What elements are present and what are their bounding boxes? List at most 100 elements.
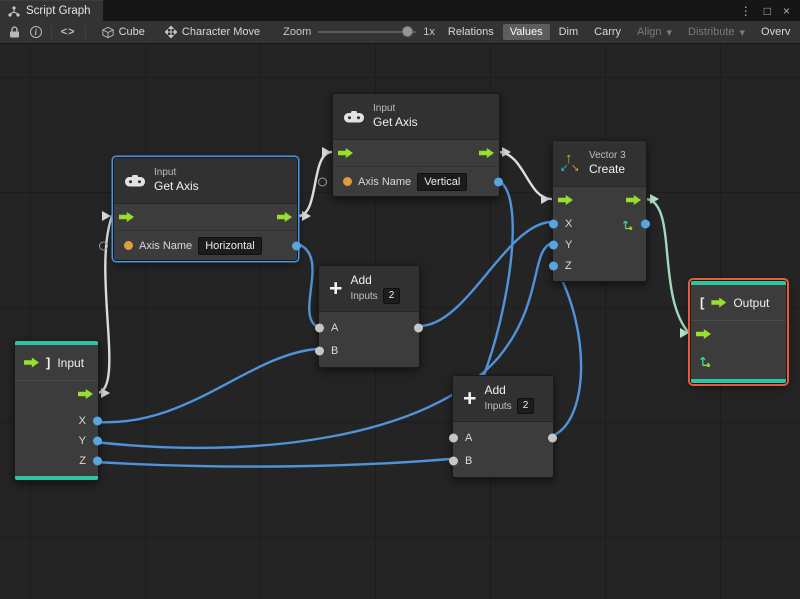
axis-name-input[interactable]: Vertical (417, 172, 468, 191)
lock-icon[interactable] (6, 23, 24, 41)
axis-name-row: Axis Name Horizontal (99, 230, 301, 260)
node-header: ↑ ↙ ↘ Vector 3 Create (553, 141, 646, 187)
flow-out-port[interactable] (277, 212, 292, 222)
gamepad-icon (125, 174, 145, 186)
axis-name-input[interactable]: Horizontal (198, 236, 262, 255)
port-row-a: A (449, 426, 557, 449)
edit-script-icon[interactable]: <> (61, 26, 76, 38)
graph-canvas[interactable]: Input Get Axis Axis Name Vertical Input … (0, 44, 800, 599)
port-label: A (331, 321, 339, 334)
flow-out-port[interactable] (626, 195, 641, 205)
node-title: Get Axis (154, 179, 199, 194)
edge-horizontal-value-to-add1-a[interactable] (296, 242, 318, 328)
y-out-port[interactable] (93, 436, 102, 446)
node-get-axis-horizontal[interactable]: Input Get Axis Axis Name Horizontal (99, 157, 301, 261)
flow-in-port[interactable] (696, 329, 711, 339)
node-header: + Add Inputs 2 (453, 376, 553, 422)
context-object-button[interactable]: Cube (95, 24, 152, 41)
distribute-button[interactable]: Distribute ▾ (681, 24, 752, 41)
sum-out-port[interactable] (414, 323, 423, 332)
flow-in-port[interactable] (558, 195, 573, 205)
zoom-slider[interactable] (318, 25, 417, 39)
edge-input-x-to-add1-b[interactable] (93, 347, 318, 424)
menu-icon[interactable]: ⋮ (740, 5, 752, 17)
node-get-axis-vertical[interactable]: Input Get Axis Axis Name Vertical (318, 93, 503, 197)
unity-script-graph-window: Script Graph ⋮ □ × i <> Cube Character M… (0, 0, 800, 599)
flow-out-port[interactable] (78, 389, 93, 399)
edge-add2-to-vector3-z[interactable] (550, 266, 583, 438)
y-in-port[interactable] (549, 240, 558, 249)
edge-arrow (502, 147, 511, 157)
string-type-icon (124, 241, 133, 250)
toolbar-separator (84, 24, 86, 40)
value-in-port[interactable] (99, 241, 108, 250)
dim-button[interactable]: Dim (552, 24, 586, 40)
flow-out-port[interactable] (479, 148, 494, 158)
node-output-event[interactable]: [ Output (690, 280, 787, 384)
node-title: Input (57, 355, 85, 370)
flow-ports-row (114, 204, 297, 230)
flow-in-port[interactable] (338, 148, 353, 158)
edge-add1-to-vector3-x[interactable] (416, 220, 552, 328)
edge-vector3-to-output[interactable] (644, 197, 691, 335)
inputs-count-input[interactable]: 2 (516, 398, 535, 414)
value-out-port[interactable] (292, 241, 301, 250)
tab-title: Script Graph (26, 5, 91, 17)
vector-out-port[interactable] (641, 219, 650, 228)
vector-axes-icon[interactable] (699, 354, 712, 367)
port-row-z: Z (549, 255, 646, 276)
align-button[interactable]: Align ▾ (630, 24, 679, 41)
node-add-2[interactable]: + Add Inputs 2 A B (449, 375, 557, 478)
flow-ports-row (691, 321, 786, 347)
cube-icon (102, 26, 114, 38)
param-label: Axis Name (139, 239, 193, 252)
node-header: Input Get Axis (333, 94, 499, 140)
edge-getaxis-vertical-to-vector3[interactable] (496, 150, 553, 201)
edge-arrow (680, 328, 689, 338)
input-b-port[interactable] (315, 346, 324, 355)
close-icon[interactable]: × (783, 5, 790, 17)
node-input-event[interactable]: ] Input X Y Z (14, 340, 102, 481)
value-in-port[interactable] (318, 177, 327, 186)
tab-script-graph[interactable]: Script Graph (0, 0, 103, 21)
inputs-count-input[interactable]: 2 (382, 288, 401, 304)
port-label: Y (565, 238, 573, 251)
node-title: Add (350, 273, 372, 287)
vector3-icon: ↑ ↙ ↘ (560, 149, 580, 174)
info-icon[interactable]: i (29, 26, 42, 38)
zoom-slider-handle[interactable] (402, 26, 414, 37)
input-b-port[interactable] (449, 456, 458, 465)
port-label: X (78, 415, 86, 427)
input-a-port[interactable] (315, 323, 324, 332)
zoom-label: Zoom (283, 26, 312, 38)
value-out-port[interactable] (494, 177, 503, 186)
edge-input-z-to-add2-b[interactable] (93, 457, 452, 468)
graph-asset-button[interactable]: Character Move (158, 24, 267, 40)
input-a-port[interactable] (449, 433, 458, 442)
sum-out-port[interactable] (548, 433, 557, 442)
edge-getaxis-horizontal-to-vertical[interactable] (296, 150, 334, 218)
port-row-z: Z (15, 451, 102, 471)
z-out-port[interactable] (93, 456, 102, 466)
node-header: ] Input (15, 345, 98, 381)
z-in-port[interactable] (549, 261, 558, 270)
node-header: Input Get Axis (114, 158, 297, 204)
node-category: Vector 3 (589, 149, 626, 161)
edge-arrow (322, 147, 331, 157)
flow-ports-row (15, 381, 98, 407)
node-add-1[interactable]: + Add Inputs 2 A B (315, 265, 423, 368)
port-row-b: B (315, 339, 419, 362)
values-button[interactable]: Values (502, 24, 550, 40)
carry-button[interactable]: Carry (587, 24, 628, 40)
bracket-icon: ] (46, 355, 51, 370)
x-in-port[interactable] (549, 219, 558, 228)
node-vector3-create[interactable]: ↑ ↙ ↘ Vector 3 Create X Y Z (549, 140, 650, 282)
x-out-port[interactable] (93, 416, 102, 426)
overview-button[interactable]: Overv (754, 24, 794, 40)
relations-button[interactable]: Relations (441, 24, 501, 40)
input-event-icon (24, 357, 39, 368)
flow-in-port[interactable] (119, 212, 134, 222)
maximize-icon[interactable]: □ (764, 5, 771, 17)
node-header: + Add Inputs 2 (319, 266, 419, 312)
port-label: Z (79, 455, 86, 467)
